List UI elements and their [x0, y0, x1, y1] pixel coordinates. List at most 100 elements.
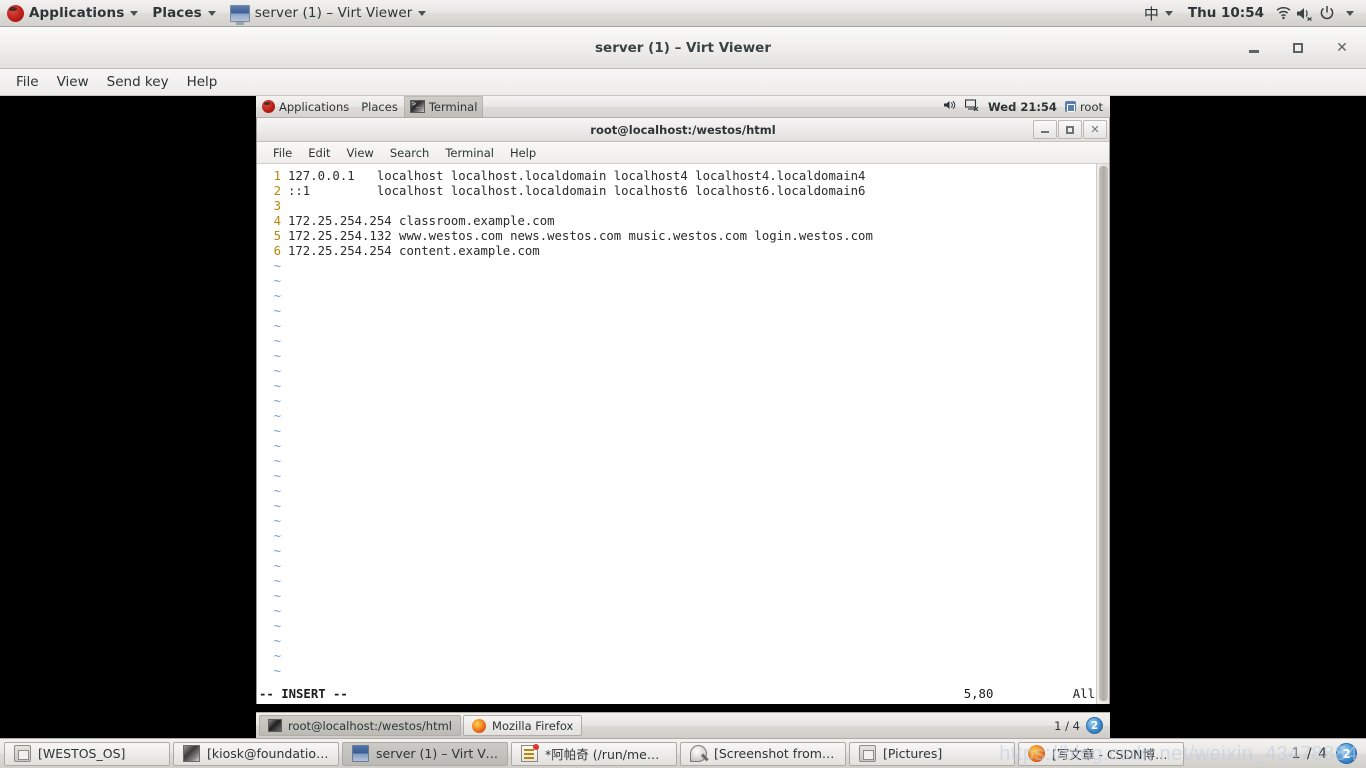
host-notification-badge[interactable]: 2	[1336, 743, 1357, 764]
vim-line-number: 6	[273, 244, 281, 258]
terminal-icon	[183, 745, 200, 762]
terminal-menu-search[interactable]: Search	[382, 143, 438, 163]
vm-top-panel: Applications Places Terminal	[256, 95, 1110, 118]
vm-notification-badge[interactable]: 2	[1086, 717, 1103, 734]
wifi-icon[interactable]	[1272, 0, 1294, 27]
vim-line-text: 172.25.254.254 classroom.example.com	[288, 214, 555, 228]
vim-line-number: 1	[273, 169, 281, 183]
host-taskbar-item-pictures[interactable]: [Pictures]	[849, 741, 1015, 766]
menu-file[interactable]: File	[7, 70, 48, 94]
host-taskbar-item-westos-os[interactable]: [WESTOS_OS]	[4, 741, 170, 766]
host-applications-menu[interactable]: Applications	[0, 0, 145, 27]
terminal-scrollbar[interactable]	[1096, 164, 1109, 704]
vim-tilde-marker: ~	[273, 424, 281, 438]
host-taskbar-item-editor[interactable]: *阿帕奇 (/run/media...	[511, 741, 677, 766]
terminal-menu-terminal[interactable]: Terminal	[437, 143, 502, 163]
vm-places-menu[interactable]: Places	[355, 96, 404, 118]
host-taskbar-item-csdn-blog[interactable]: [写文章 - CSDN博客...	[1018, 741, 1184, 766]
maximize-button[interactable]	[1058, 120, 1082, 139]
system-menu-chevron-icon[interactable]	[1338, 0, 1360, 27]
vm-user-menu[interactable]: root	[1064, 100, 1103, 114]
firefox-icon	[472, 718, 487, 733]
menu-send-key[interactable]: Send key	[98, 70, 178, 94]
host-taskbar-item-kiosk-terminal[interactable]: [kiosk@foundation3...	[173, 741, 339, 766]
vim-mode-indicator: -- INSERT --	[259, 686, 348, 701]
volume-muted-icon[interactable]	[1294, 0, 1316, 27]
terminal-menu-edit[interactable]: Edit	[300, 143, 338, 163]
vm-workspace-area: 1 / 4 2	[1054, 717, 1107, 734]
host-window-menu[interactable]: server (1) – Virt Viewer	[223, 0, 434, 27]
network-disconnected-icon[interactable]	[964, 99, 980, 114]
menu-help[interactable]: Help	[178, 70, 227, 94]
host-places-label: Places	[152, 5, 202, 21]
power-icon[interactable]	[1316, 0, 1338, 27]
host-taskbar-item-virt-viewer[interactable]: server (1) – Virt Vie...	[342, 741, 508, 766]
vim-tilde-marker: ~	[273, 349, 281, 363]
vim-line: 2::1 localhost localhost.localdomain loc…	[259, 184, 1109, 199]
vim-tilde-marker: ~	[273, 259, 281, 273]
vim-empty-line: ~	[259, 364, 1109, 379]
vim-line-text: 172.25.254.132 www.westos.com news.westo…	[288, 229, 873, 243]
vm-window-terminal[interactable]: Terminal	[403, 95, 484, 118]
chevron-down-icon	[1164, 10, 1173, 16]
vim-line-number: 4	[273, 214, 281, 228]
terminal-window-buttons: ✕	[1033, 120, 1107, 139]
vm-taskbar-item-terminal[interactable]: root@localhost:/westos/html	[259, 715, 462, 736]
vim-tilde-marker: ~	[273, 469, 281, 483]
close-icon[interactable]: ✕	[1332, 38, 1352, 58]
vim-tilde-marker: ~	[273, 619, 281, 633]
close-icon[interactable]: ✕	[1083, 120, 1107, 139]
host-clock[interactable]: Thu 10:54	[1180, 5, 1272, 21]
vim-line: 5 172.25.254.132 www.westos.com news.west…	[259, 229, 1109, 244]
vim-empty-line: ~	[259, 604, 1109, 619]
vm-clock[interactable]: Wed 21:54	[988, 100, 1057, 114]
vm-status-area: Wed 21:54 root	[943, 99, 1110, 114]
host-places-menu[interactable]: Places	[145, 0, 222, 27]
menu-view[interactable]: View	[48, 70, 98, 94]
vim-empty-line: ~	[259, 589, 1109, 604]
vim-empty-line: ~	[259, 484, 1109, 499]
maximize-button[interactable]	[1288, 38, 1308, 58]
chevron-down-icon	[1345, 10, 1354, 16]
ime-chinese-label: 中	[1143, 4, 1159, 23]
vm-taskbar-item-firefox[interactable]: Mozilla Firefox	[463, 715, 583, 736]
vm-taskbar-label: Mozilla Firefox	[492, 718, 574, 733]
host-workspace-pager[interactable]: 1 / 4	[1292, 746, 1328, 762]
terminal-menu-view[interactable]: View	[339, 143, 382, 163]
vim-tilde-marker: ~	[273, 379, 281, 393]
vim-empty-line: ~	[259, 304, 1109, 319]
vm-taskbar-label: root@localhost:/westos/html	[288, 718, 453, 733]
terminal-menu-file[interactable]: File	[265, 143, 300, 163]
vim-empty-line: ~	[259, 469, 1109, 484]
vm-screen-canvas[interactable]: Applications Places Terminal	[0, 95, 1366, 738]
vim-tilde-marker: ~	[273, 304, 281, 318]
vim-line-text: 127.0.0.1 localhost localhost.localdomai…	[288, 169, 866, 183]
firefox-icon	[1028, 745, 1045, 762]
scrollbar-thumb[interactable]	[1099, 166, 1108, 701]
vm-applications-menu[interactable]: Applications	[256, 96, 355, 118]
minimize-button[interactable]	[1033, 120, 1057, 139]
vm-workspace-pager[interactable]: 1 / 4	[1054, 719, 1080, 733]
input-method-indicator[interactable]: 中	[1137, 0, 1180, 27]
virt-viewer-menubar: File View Send key Help	[0, 69, 1366, 96]
vim-empty-line: ~	[259, 424, 1109, 439]
terminal-menu-help[interactable]: Help	[502, 143, 544, 163]
redhat-logo-icon	[262, 100, 275, 113]
vim-line-number: 2	[273, 184, 281, 198]
vim-empty-line: ~	[259, 454, 1109, 469]
vim-editor-area[interactable]: 1 127.0.0.1 localhost localhost.localdoma…	[257, 164, 1109, 704]
virt-viewer-window-buttons: ✕	[1244, 27, 1352, 69]
vim-ruler: 5,80 All	[964, 687, 1095, 702]
host-applications-label: Applications	[29, 5, 125, 21]
terminal-title: root@localhost:/westos/html	[590, 122, 776, 137]
user-icon	[1064, 101, 1076, 112]
vm-active-app-label: Terminal	[428, 99, 478, 114]
vim-line: 1 127.0.0.1 localhost localhost.localdoma…	[259, 169, 1109, 184]
minimize-button[interactable]	[1244, 38, 1264, 58]
vm-taskbar: root@localhost:/westos/html Mozilla Fire…	[256, 712, 1110, 738]
chevron-down-icon	[418, 10, 427, 16]
volume-icon[interactable]	[943, 99, 957, 114]
host-taskbar-item-screenshot[interactable]: [Screenshot from 20...	[680, 741, 846, 766]
vim-empty-line: ~	[259, 574, 1109, 589]
chevron-down-icon	[207, 10, 216, 16]
